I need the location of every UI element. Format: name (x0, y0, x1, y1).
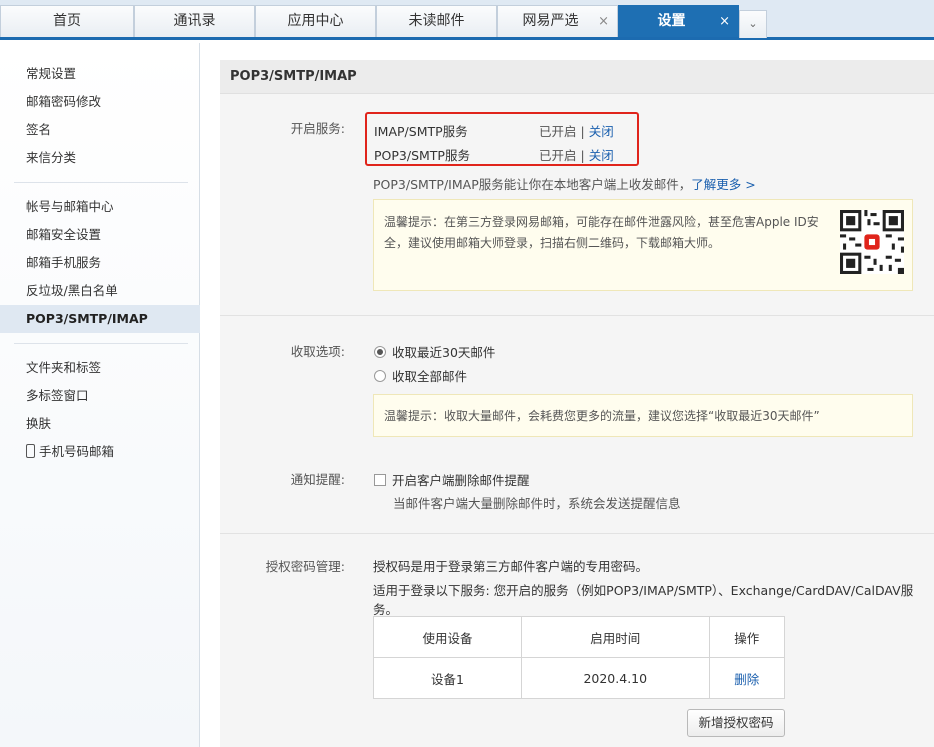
section-divider (220, 315, 934, 316)
radio-all-mail[interactable]: 收取全部邮件 (374, 366, 467, 385)
sidebar-item-password[interactable]: 邮箱密码修改 (26, 92, 101, 112)
tab-label: 设置 (657, 13, 686, 29)
sidebar-item-security[interactable]: 邮箱安全设置 (26, 225, 101, 245)
tab-label: 应用中心 (287, 13, 344, 29)
tab-yanxuan[interactable]: 网易严选 × (497, 5, 618, 37)
sidebar-item-multi-tab[interactable]: 多标签窗口 (26, 386, 89, 406)
sidebar-divider (14, 182, 188, 183)
sidebar-item-folders-labels[interactable]: 文件夹和标签 (26, 358, 101, 378)
notify-label: 通知提醒: (290, 472, 345, 487)
checkbox-icon[interactable] (374, 474, 386, 486)
auth-password-label: 授权密码管理: (265, 559, 345, 574)
radio-label: 收取最近30天邮件 (392, 345, 496, 360)
separator: | (580, 148, 585, 163)
tab-label: 网易严选 (522, 13, 579, 29)
tab-unread-mail[interactable]: 未读邮件 (376, 5, 497, 37)
radio-recent-30-days[interactable]: 收取最近30天邮件 (374, 342, 495, 361)
delete-reminder-note: 当邮件客户端大量删除邮件时，系统会发送提醒信息 (393, 496, 681, 511)
close-icon[interactable]: × (719, 6, 730, 37)
mobile-phone-icon (26, 444, 35, 458)
sidebar-item-signature[interactable]: 签名 (26, 120, 51, 140)
date-cell: 2020.4.10 (521, 657, 710, 699)
chevron-down-icon: ⌄ (748, 17, 758, 30)
tab-label: 通讯录 (173, 13, 216, 29)
imap-smtp-close-link[interactable]: 关闭 (589, 124, 614, 139)
security-tip-text: 温馨提示：在第三方登录网易邮箱，可能存在邮件泄露风险，甚至危害Apple ID安… (384, 215, 819, 250)
traffic-tip-text: 温馨提示：收取大量邮件，会耗费您更多的流量，建议您选择“收取最近30天邮件” (384, 409, 820, 423)
service-info-text: POP3/SMTP/IMAP服务能让你在本地客户端上收发邮件，了解更多 > (373, 174, 756, 193)
sidebar-item-account-center[interactable]: 帐号与邮箱中心 (26, 197, 114, 217)
tab-bar: 首页 通讯录 应用中心 未读邮件 网易严选 × 设置 × ⌄ (0, 0, 934, 40)
auth-code-table: 使用设备 启用时间 操作 设备1 2020.4.10 删除 (372, 616, 786, 699)
sidebar-item-label: 手机号码邮箱 (39, 444, 115, 459)
radio-label: 收取全部邮件 (392, 369, 468, 384)
action-cell: 删除 (708, 657, 786, 699)
tab-app-center[interactable]: 应用中心 (255, 5, 376, 37)
device-cell: 设备1 (372, 657, 523, 699)
section-title: POP3/SMTP/IMAP (230, 69, 357, 84)
status-text: 已开启 (539, 124, 577, 139)
auth-description-line1: 授权码是用于登录第三方邮件客户端的专用密码。 (373, 559, 649, 574)
column-header-device: 使用设备 (372, 616, 523, 658)
section-header: POP3/SMTP/IMAP (220, 60, 934, 94)
column-header-action: 操作 (708, 616, 786, 658)
service-highlight-box: IMAP/SMTP服务 已开启 | 关闭 POP3/SMTP服务 已开启 | 关… (365, 112, 639, 166)
radio-unchecked-icon[interactable] (374, 370, 386, 382)
section-divider (220, 533, 934, 534)
sidebar-item-phone-mailbox[interactable]: 手机号码邮箱 (26, 442, 114, 462)
traffic-tip-box: 温馨提示：收取大量邮件，会耗费您更多的流量，建议您选择“收取最近30天邮件” (373, 394, 913, 437)
radio-checked-icon[interactable] (374, 346, 386, 358)
settings-sidebar: 常规设置 邮箱密码修改 签名 来信分类 帐号与邮箱中心 邮箱安全设置 邮箱手机服… (0, 43, 200, 747)
qr-code-icon (840, 210, 904, 274)
tab-settings[interactable]: 设置 × (618, 5, 739, 37)
tab-dropdown-button[interactable]: ⌄ (739, 10, 767, 38)
pop3-smtp-close-link[interactable]: 关闭 (589, 148, 614, 163)
column-header-enable-time: 启用时间 (521, 616, 710, 658)
receive-options-label: 收取选项: (290, 344, 345, 359)
sidebar-item-general[interactable]: 常规设置 (26, 64, 76, 84)
enable-service-label: 开启服务: (290, 121, 345, 136)
checkbox-label: 开启客户端删除邮件提醒 (392, 473, 530, 488)
sidebar-item-skin[interactable]: 换肤 (26, 414, 51, 434)
imap-smtp-service-name: IMAP/SMTP服务 (374, 124, 468, 139)
learn-more-link[interactable]: 了解更多 > (691, 177, 755, 192)
tab-contacts[interactable]: 通讯录 (134, 5, 255, 37)
imap-smtp-service-status: 已开启 | 关闭 (539, 121, 614, 140)
sidebar-item-antispam[interactable]: 反垃圾/黑白名单 (26, 281, 118, 301)
pop3-smtp-service-status: 已开启 | 关闭 (539, 145, 614, 164)
add-auth-password-button[interactable]: 新增授权密码 (687, 709, 785, 737)
delete-auth-code-link[interactable]: 删除 (734, 672, 759, 687)
tab-home[interactable]: 首页 (0, 5, 134, 37)
table-header-row: 使用设备 启用时间 操作 (372, 616, 786, 658)
sidebar-item-mail-filter[interactable]: 来信分类 (26, 148, 76, 168)
tab-label: 未读邮件 (408, 13, 465, 29)
separator: | (580, 124, 585, 139)
tab-label: 首页 (53, 13, 81, 29)
auth-description-line2: 适用于登录以下服务: 您开启的服务（例如POP3/IMAP/SMTP）、Exch… (373, 583, 914, 617)
sidebar-divider (14, 343, 188, 344)
sidebar-item-mobile-service[interactable]: 邮箱手机服务 (26, 253, 101, 273)
status-text: 已开启 (539, 148, 577, 163)
delete-reminder-checkbox-row[interactable]: 开启客户端删除邮件提醒 (374, 470, 530, 489)
settings-main-panel: POP3/SMTP/IMAP 开启服务: IMAP/SMTP服务 已开启 | 关… (220, 60, 934, 747)
close-icon[interactable]: × (598, 6, 609, 37)
table-row: 设备1 2020.4.10 删除 (372, 657, 786, 699)
sidebar-item-pop3-smtp-imap[interactable]: POP3/SMTP/IMAP (26, 309, 148, 329)
security-tip-box: 温馨提示：在第三方登录网易邮箱，可能存在邮件泄露风险，甚至危害Apple ID安… (373, 199, 913, 291)
pop3-smtp-service-name: POP3/SMTP服务 (374, 148, 470, 163)
info-text: POP3/SMTP/IMAP服务能让你在本地客户端上收发邮件， (373, 177, 692, 192)
